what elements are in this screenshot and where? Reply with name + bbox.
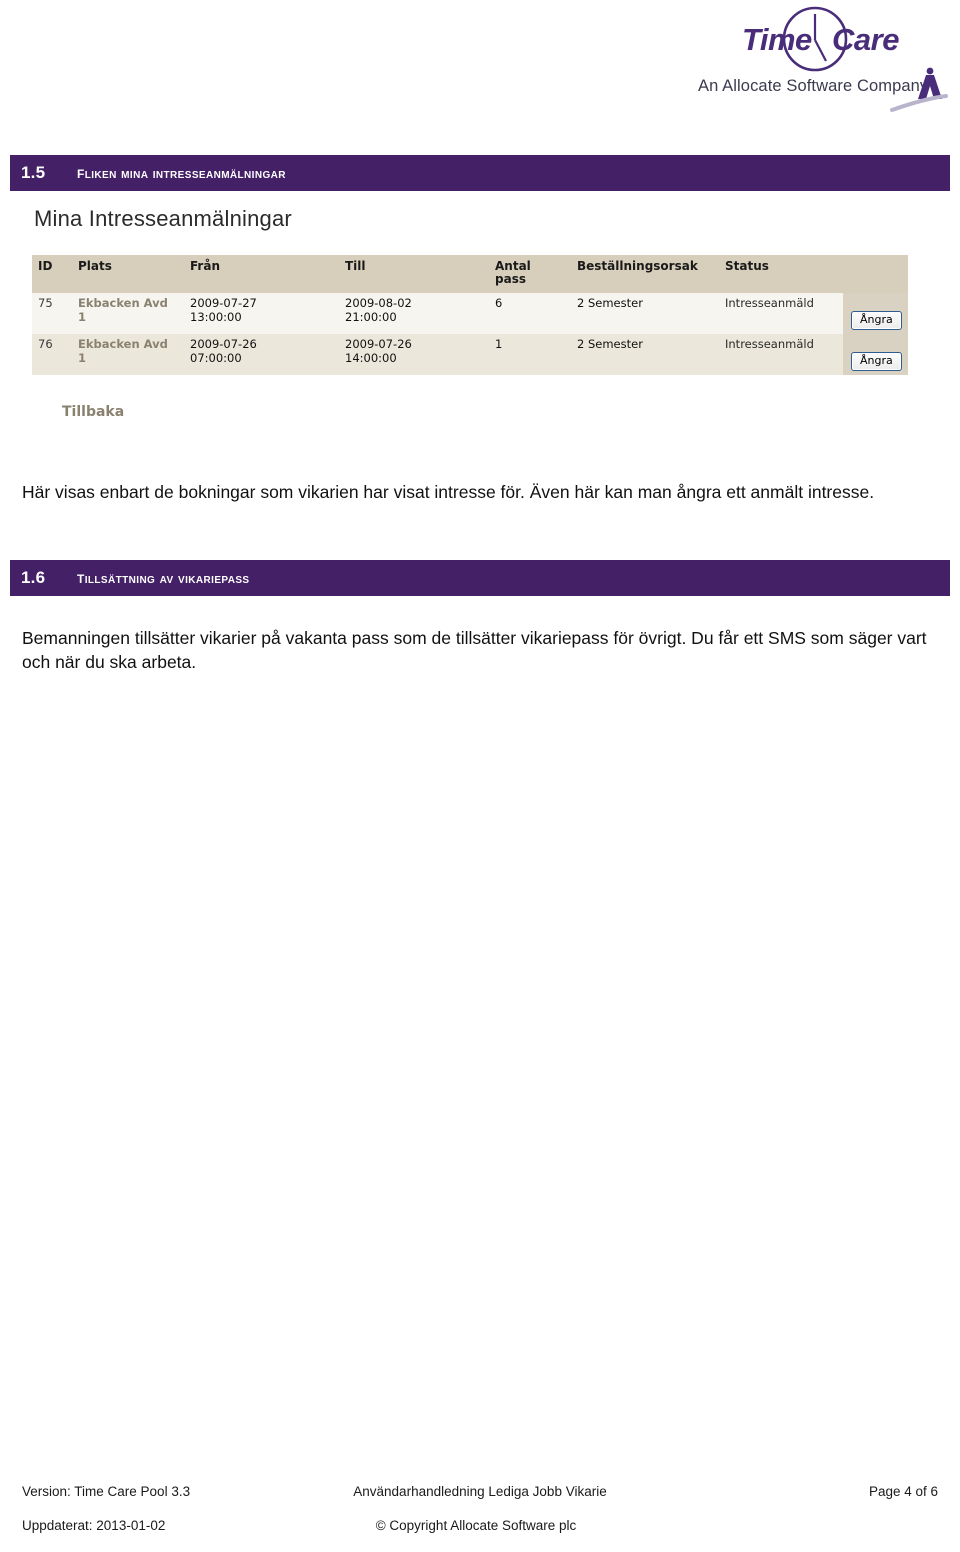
footer-page-number: Page 4 of 6 bbox=[868, 1484, 938, 1499]
cell-till: 2009-07-26 14:00:00 bbox=[339, 333, 489, 375]
footer-row-top: Version: Time Care Pool 3.3 Användarhand… bbox=[0, 1484, 960, 1518]
company-logo: Time Care An Allocate Software Company bbox=[680, 6, 950, 116]
cell-till: 2009-08-02 21:00:00 bbox=[339, 292, 489, 334]
table-header-row: ID Plats Från Till Antal pass Beställnin… bbox=[32, 255, 908, 293]
footer-updated: Uppdaterat: 2013-01-02 bbox=[22, 1518, 166, 1533]
section-title: Fliken Mina intresseanmälningar bbox=[77, 163, 286, 182]
cell-antal-pass: 1 bbox=[489, 333, 571, 375]
svg-text:Time: Time bbox=[742, 22, 812, 57]
column-header-status: Status bbox=[719, 255, 843, 293]
cell-action: Ångra bbox=[843, 292, 908, 334]
undo-button[interactable]: Ångra bbox=[851, 310, 902, 330]
page-footer: Version: Time Care Pool 3.3 Användarhand… bbox=[0, 1484, 960, 1552]
footer-version: Version: Time Care Pool 3.3 bbox=[22, 1484, 191, 1499]
cell-plats: Ekbacken Avd 1 bbox=[72, 333, 184, 375]
column-header-fran: Från bbox=[184, 255, 339, 293]
cell-fran: 2009-07-27 13:00:00 bbox=[184, 292, 339, 334]
column-header-actions bbox=[843, 255, 908, 293]
cell-bestallningsorsak: 2 Semester bbox=[571, 333, 719, 375]
footer-copyright: © Copyright Allocate Software plc bbox=[375, 1518, 577, 1533]
undo-button[interactable]: Ångra bbox=[851, 351, 902, 371]
column-header-bestallningsorsak: Beställningsorsak bbox=[571, 255, 719, 293]
footer-row-bottom: Uppdaterat: 2013-01-02 © Copyright Alloc… bbox=[0, 1518, 960, 1552]
embedded-app-screenshot: Mina Intresseanmälningar ID Plats Från T… bbox=[20, 196, 910, 436]
column-header-till: Till bbox=[339, 255, 489, 293]
column-header-plats: Plats bbox=[72, 255, 184, 293]
svg-text:An Allocate Software Company: An Allocate Software Company bbox=[698, 77, 929, 95]
section-title: Tillsättning av vikariepass bbox=[77, 568, 250, 587]
time-care-logo-svg: Time Care An Allocate Software Company bbox=[698, 6, 948, 112]
cell-action: Ångra bbox=[843, 333, 908, 375]
column-header-antal-pass: Antal pass bbox=[489, 255, 571, 293]
cell-status: Intresseanmäld bbox=[719, 292, 843, 334]
interest-registrations-table: ID Plats Från Till Antal pass Beställnin… bbox=[32, 255, 908, 375]
svg-text:Care: Care bbox=[832, 22, 899, 57]
cell-id: 76 bbox=[32, 333, 72, 375]
table-row: 75 Ekbacken Avd 1 2009-07-27 13:00:00 20… bbox=[32, 292, 908, 334]
footer-doc-title: Användarhandledning Lediga Jobb Vikarie bbox=[353, 1484, 607, 1499]
section-heading-1-5: 1.5 Fliken Mina intresseanmälningar bbox=[10, 155, 950, 191]
cell-status: Intresseanmäld bbox=[719, 333, 843, 375]
cell-antal-pass: 6 bbox=[489, 292, 571, 334]
cell-fran: 2009-07-26 07:00:00 bbox=[184, 333, 339, 375]
table-row: 76 Ekbacken Avd 1 2009-07-26 07:00:00 20… bbox=[32, 333, 908, 375]
section-body-1-6: Bemanningen tillsätter vikarier på vakan… bbox=[22, 627, 927, 673]
section-number: 1.6 bbox=[21, 568, 46, 587]
cell-plats: Ekbacken Avd 1 bbox=[72, 292, 184, 334]
section-number: 1.5 bbox=[21, 163, 46, 182]
back-link[interactable]: Tillbaka bbox=[62, 404, 124, 420]
cell-id: 75 bbox=[32, 292, 72, 334]
screenshot-page-title: Mina Intresseanmälningar bbox=[34, 206, 292, 231]
cell-bestallningsorsak: 2 Semester bbox=[571, 292, 719, 334]
section-body-1-5: Här visas enbart de bokningar som vikari… bbox=[22, 481, 875, 502]
section-heading-1-6: 1.6 Tillsättning av vikariepass bbox=[10, 560, 950, 596]
column-header-id: ID bbox=[32, 255, 72, 293]
